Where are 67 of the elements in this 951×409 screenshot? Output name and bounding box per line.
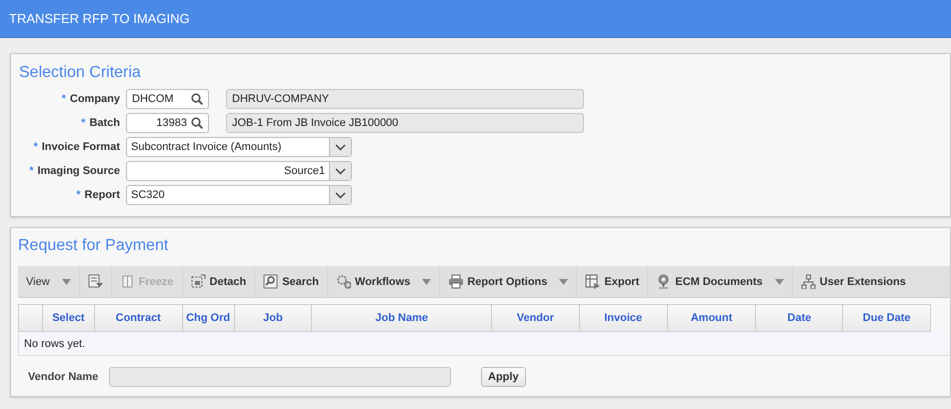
dropdown-field[interactable]: SC320 <box>126 185 352 205</box>
chevron-down-icon <box>335 144 346 150</box>
description-field: DHRUV-COMPANY <box>226 89 584 109</box>
field-value: SC320 <box>131 189 166 201</box>
field-label: Invoice Format <box>42 141 120 153</box>
field-label: Report <box>84 189 120 201</box>
printer-icon <box>448 274 464 289</box>
chevron-down-icon <box>335 192 346 198</box>
caret-down-icon <box>774 278 784 284</box>
toolbar-button[interactable]: View <box>21 270 76 292</box>
column-header[interactable]: Chg Ord <box>182 305 234 331</box>
required-mark: * <box>62 93 66 105</box>
dropdown-button[interactable] <box>329 138 351 156</box>
columns-icon <box>120 274 135 289</box>
detach-icon <box>190 274 206 289</box>
column-header[interactable]: Vendor <box>490 305 579 331</box>
spreadsheet-icon <box>585 274 600 289</box>
column-header[interactable]: Contract <box>94 305 182 331</box>
column-header[interactable]: Amount <box>666 305 756 331</box>
column-header[interactable]: Job <box>234 305 312 331</box>
empty-message: No rows yet. <box>24 338 86 350</box>
required-mark: * <box>76 189 81 201</box>
page-title: TRANSFER RFP TO IMAGING <box>9 11 190 26</box>
toolbar-button[interactable]: ECM Documents <box>651 270 789 292</box>
required-mark: * <box>81 117 86 129</box>
apply-button[interactable]: Apply <box>481 367 526 387</box>
dropdown-button[interactable] <box>329 186 351 204</box>
dropdown-field[interactable]: Subcontract Invoice (Amounts) <box>126 137 352 157</box>
lookup-field[interactable]: 13983 <box>126 113 209 133</box>
field-label: Vendor Name <box>28 371 100 383</box>
caret-down-icon <box>422 278 432 284</box>
section-title: Selection Criteria <box>19 63 142 83</box>
column-header[interactable]: Select <box>42 305 94 331</box>
required-mark: * <box>33 141 38 153</box>
hierarchy-icon <box>800 274 816 289</box>
lookup-field[interactable]: DHCOM <box>126 89 209 109</box>
field-value: 13983 <box>155 117 187 129</box>
toolbar-button[interactable]: Report Options <box>443 270 574 292</box>
column-header[interactable]: Due Date <box>842 305 930 331</box>
field-label: Batch <box>89 117 120 129</box>
toolbar-button[interactable]: Workflows <box>330 270 436 292</box>
column-header[interactable]: Job Name <box>311 305 491 331</box>
caret-down-icon <box>62 278 71 284</box>
field-label: Company <box>70 93 120 105</box>
dropdown-button[interactable] <box>329 162 351 180</box>
map-pin-icon <box>656 274 672 289</box>
search-icon <box>191 117 203 129</box>
chevron-down-icon <box>335 168 346 174</box>
field-label: Imaging Source <box>37 165 120 177</box>
search-icon <box>191 93 203 105</box>
toolbar-button[interactable]: Search <box>258 270 324 292</box>
toolbar-button[interactable]: Detach <box>186 270 252 292</box>
required-mark: * <box>29 165 34 177</box>
column-header[interactable]: Date <box>755 305 842 331</box>
toolbar-button[interactable]: Export <box>580 270 644 292</box>
caret-down-icon <box>559 278 568 284</box>
vendor-name-field[interactable] <box>109 367 451 387</box>
search-icon <box>263 274 278 289</box>
dropdown-field[interactable]: Source1 <box>126 161 352 181</box>
description-field: JOB-1 From JB Invoice JB100000 <box>226 113 584 133</box>
field-value: DHCOM <box>132 93 175 105</box>
section-title: Request for Payment <box>18 236 170 256</box>
field-value: Subcontract Invoice (Amounts) <box>131 141 282 153</box>
toolbar-button[interactable]: User Extensions <box>796 270 911 292</box>
field-value: Source1 <box>283 165 326 177</box>
filter-list-icon <box>88 274 103 289</box>
column-header[interactable]: Invoice <box>578 305 667 331</box>
